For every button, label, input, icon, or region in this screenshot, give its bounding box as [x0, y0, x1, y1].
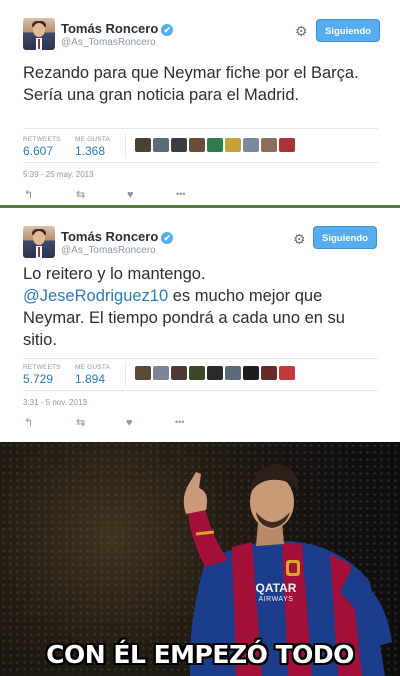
likes-count[interactable]: 1.368	[75, 144, 105, 158]
mention-link[interactable]: @JeseRodriguez10	[23, 287, 168, 305]
reply-icon[interactable]: ↰	[24, 190, 33, 201]
liker-avatar[interactable]	[225, 366, 241, 380]
like-icon[interactable]: ♥	[126, 418, 133, 429]
meme-caption: CON ÉL EMPEZÓ TODO	[46, 640, 354, 669]
divider	[125, 134, 126, 158]
divider	[23, 358, 378, 359]
liker-avatar[interactable]	[153, 138, 169, 152]
divider	[23, 390, 378, 391]
liker-avatar[interactable]	[153, 366, 169, 380]
gear-icon[interactable]: ⚙	[295, 24, 308, 38]
author-name[interactable]: Tomás Roncero ✔	[61, 21, 174, 36]
more-icon[interactable]: •••	[175, 417, 184, 428]
likes-label: ME GUSTA	[75, 364, 111, 371]
liker-avatar[interactable]	[189, 138, 205, 152]
meme-image: QATAR AIRWAYS CON ÉL EMPEZÓ TODO	[0, 442, 400, 676]
following-button[interactable]: Siguiendo	[313, 226, 377, 249]
liker-avatar[interactable]	[261, 138, 277, 152]
divider	[23, 128, 378, 129]
liker-avatar[interactable]	[171, 366, 187, 380]
retweets-count[interactable]: 6.607	[23, 144, 53, 158]
retweets-label: RETWEETS	[23, 364, 61, 371]
liker-avatar[interactable]	[225, 138, 241, 152]
more-icon[interactable]: •••	[176, 189, 185, 200]
liker-avatar[interactable]	[189, 366, 205, 380]
liker-avatar[interactable]	[243, 138, 259, 152]
liker-avatar[interactable]	[135, 366, 151, 380]
liker-avatar[interactable]	[261, 366, 277, 380]
verified-icon: ✔	[161, 232, 174, 244]
timestamp[interactable]: 5:39 - 25 may. 2013	[23, 170, 94, 179]
following-button[interactable]: Siguiendo	[316, 19, 380, 42]
liker-avatar[interactable]	[171, 138, 187, 152]
tweet-card: Tomás Roncero ✔ @As_TomasRoncero ⚙ Siguie…	[0, 0, 400, 205]
author-name[interactable]: Tomás Roncero ✔	[61, 229, 174, 244]
reply-icon[interactable]: ↰	[24, 418, 33, 429]
retweets-count[interactable]: 5.729	[23, 372, 53, 386]
shirt-sponsor: QATAR AIRWAYS	[255, 581, 297, 603]
timestamp[interactable]: 3:31 - 5 nov. 2013	[23, 398, 87, 407]
tweet-text: Rezando para que Neymar fiche por el Bar…	[23, 64, 359, 104]
retweets-label: RETWEETS	[23, 136, 61, 143]
author-handle[interactable]: @As_TomasRoncero	[61, 37, 156, 48]
gear-icon[interactable]: ⚙	[293, 232, 306, 246]
author-handle[interactable]: @As_TomasRoncero	[61, 245, 156, 256]
avatar[interactable]	[23, 18, 55, 50]
tweet-text: Lo reitero y lo mantengo. @JeseRodriguez…	[23, 265, 345, 349]
liker-avatars	[135, 138, 295, 152]
liker-avatars	[135, 366, 295, 380]
retweet-icon[interactable]: ⇆	[76, 190, 85, 201]
divider	[125, 362, 126, 386]
liker-avatar[interactable]	[279, 138, 295, 152]
liker-avatar[interactable]	[243, 366, 259, 380]
liker-avatar[interactable]	[135, 138, 151, 152]
like-icon[interactable]: ♥	[127, 190, 134, 201]
liker-avatar[interactable]	[207, 138, 223, 152]
liker-avatar[interactable]	[207, 366, 223, 380]
retweet-icon[interactable]: ⇆	[76, 418, 85, 429]
liker-avatar[interactable]	[279, 366, 295, 380]
verified-icon: ✔	[161, 24, 174, 36]
avatar[interactable]	[23, 226, 55, 258]
likes-count[interactable]: 1.894	[75, 372, 105, 386]
divider	[23, 162, 378, 163]
tweet-card: Tomás Roncero ✔ @As_TomasRoncero ⚙ Siguie…	[0, 208, 400, 442]
likes-label: ME GUSTA	[75, 136, 111, 143]
